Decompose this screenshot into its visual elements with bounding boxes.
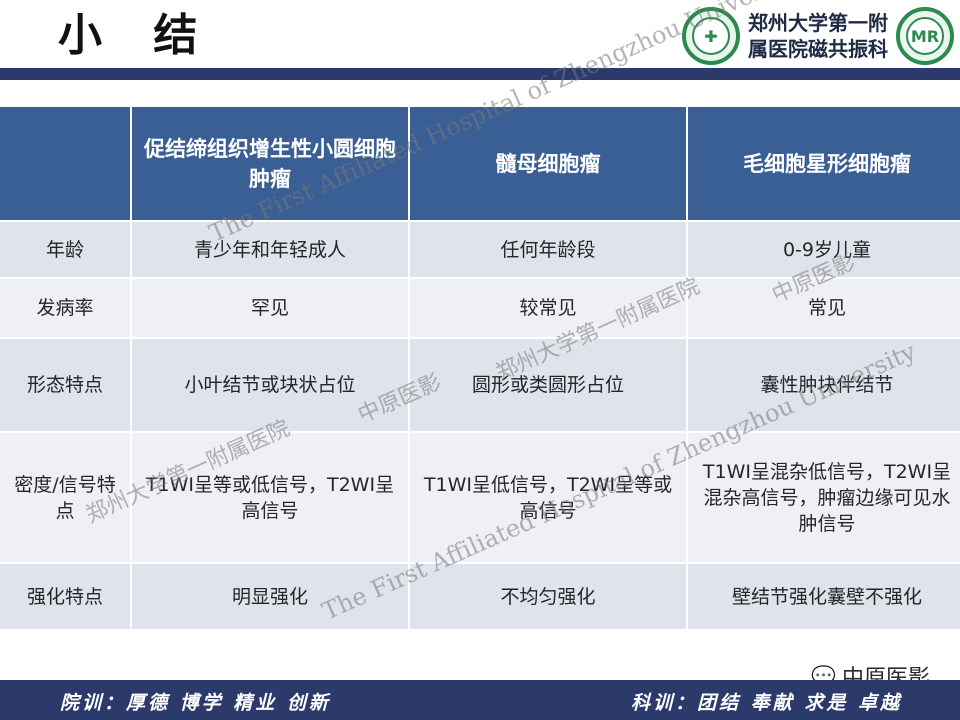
footer-band: 院训：厚德 博学 精业 创新 科训：团结 奉献 求是 卓越 (0, 680, 960, 720)
table-cell: T1WI呈混杂低信号，T2WI呈混杂高信号，肿瘤边缘可见水肿信号 (688, 433, 960, 562)
table-cell: 囊性肿块伴结节 (688, 339, 960, 431)
table-corner (0, 107, 130, 220)
table-cell: T1WI呈低信号，T2WI呈等或高信号 (410, 433, 686, 562)
hospital-motto: 院训：厚德 博学 精业 创新 (60, 692, 331, 714)
table-cell: 壁结节强化囊壁不强化 (688, 564, 960, 629)
column-header: 毛细胞星形细胞瘤 (688, 107, 960, 220)
table-cell: 明显强化 (132, 564, 408, 629)
table-cell: 圆形或类圆形占位 (410, 339, 686, 431)
cross-icon: ✚ (692, 17, 730, 55)
table-cell: 常见 (688, 279, 960, 337)
department-motto: 科训：团结 奉献 求是 卓越 (631, 692, 902, 714)
table-cell: 青少年和年轻成人 (132, 222, 408, 277)
row-label: 年龄 (0, 222, 130, 277)
row-label: 形态特点 (0, 339, 130, 431)
table-cell: 小叶结节或块状占位 (132, 339, 408, 431)
comparison-table: 促结缔组织增生性小圆细胞肿瘤 髓母细胞瘤 毛细胞星形细胞瘤 年龄 青少年和年轻成… (0, 107, 960, 629)
table-cell: T1WI呈等或低信号，T2WI呈高信号 (132, 433, 408, 562)
mr-icon: MR (906, 17, 944, 55)
table-cell: 罕见 (132, 279, 408, 337)
column-header: 促结缔组织增生性小圆细胞肿瘤 (132, 107, 408, 220)
slide-title: 小 结 (58, 10, 216, 61)
mri-department-logo: MR (896, 7, 954, 65)
department-line-2: 属医院磁共振科 (748, 37, 888, 61)
row-label: 密度/信号特点 (0, 433, 130, 562)
header-band (0, 68, 960, 80)
table-cell: 较常见 (410, 279, 686, 337)
department-line-1: 郑州大学第一附 (748, 11, 888, 35)
column-header: 髓母细胞瘤 (410, 107, 686, 220)
table-cell: 0-9岁儿童 (688, 222, 960, 277)
header-branding: ✚ 郑州大学第一附 属医院磁共振科 MR (682, 6, 954, 66)
row-label: 发病率 (0, 279, 130, 337)
department-name: 郑州大学第一附 属医院磁共振科 (748, 10, 888, 62)
row-label: 强化特点 (0, 564, 130, 629)
hospital-logo-left: ✚ (682, 7, 740, 65)
table-cell: 不均匀强化 (410, 564, 686, 629)
table-cell: 任何年龄段 (410, 222, 686, 277)
